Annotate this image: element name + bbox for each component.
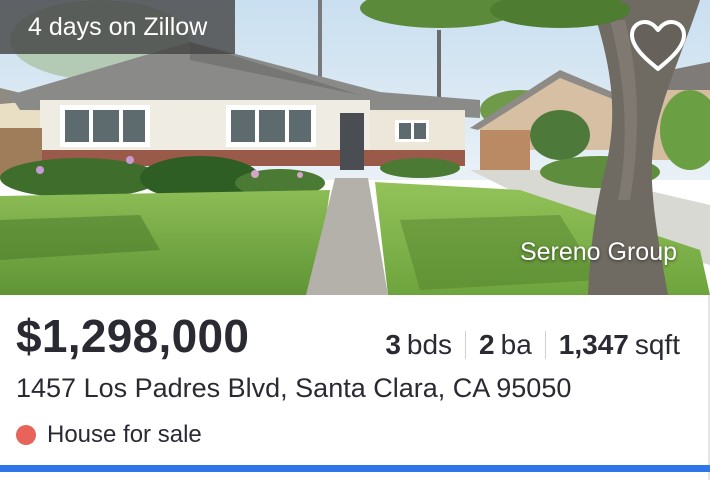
home-facts: 3 bds 2 ba 1,347 sqft (385, 328, 680, 362)
status-dot-icon (16, 425, 36, 445)
area-unit: sqft (634, 329, 680, 360)
listing-address[interactable]: 1457 Los Padres Blvd, Santa Clara, CA 95… (16, 371, 571, 405)
area-value: 1,347 (558, 329, 629, 360)
baths-unit: ba (500, 329, 532, 360)
heart-outline-icon (630, 20, 686, 71)
facts-divider (465, 331, 467, 359)
days-on-site-badge: 4 days on Zillow (0, 0, 236, 54)
listing-status: House for sale (16, 420, 202, 450)
facts-divider (544, 331, 546, 359)
status-label: House for sale (47, 421, 202, 448)
baths-count: 2 (479, 329, 495, 360)
beds-unit: bds (406, 329, 453, 360)
listing-price[interactable]: $1,298,000 (16, 308, 249, 364)
photo-credit: Sereno Group (519, 238, 677, 266)
listing-card[interactable]: 4 days on Zillow Sereno Group $1,298,000… (0, 0, 710, 480)
listing-photo[interactable]: 4 days on Zillow Sereno Group (0, 0, 710, 295)
favorite-button[interactable] (626, 18, 690, 74)
beds-count: 3 (385, 329, 401, 360)
card-accent-bar (0, 465, 710, 472)
